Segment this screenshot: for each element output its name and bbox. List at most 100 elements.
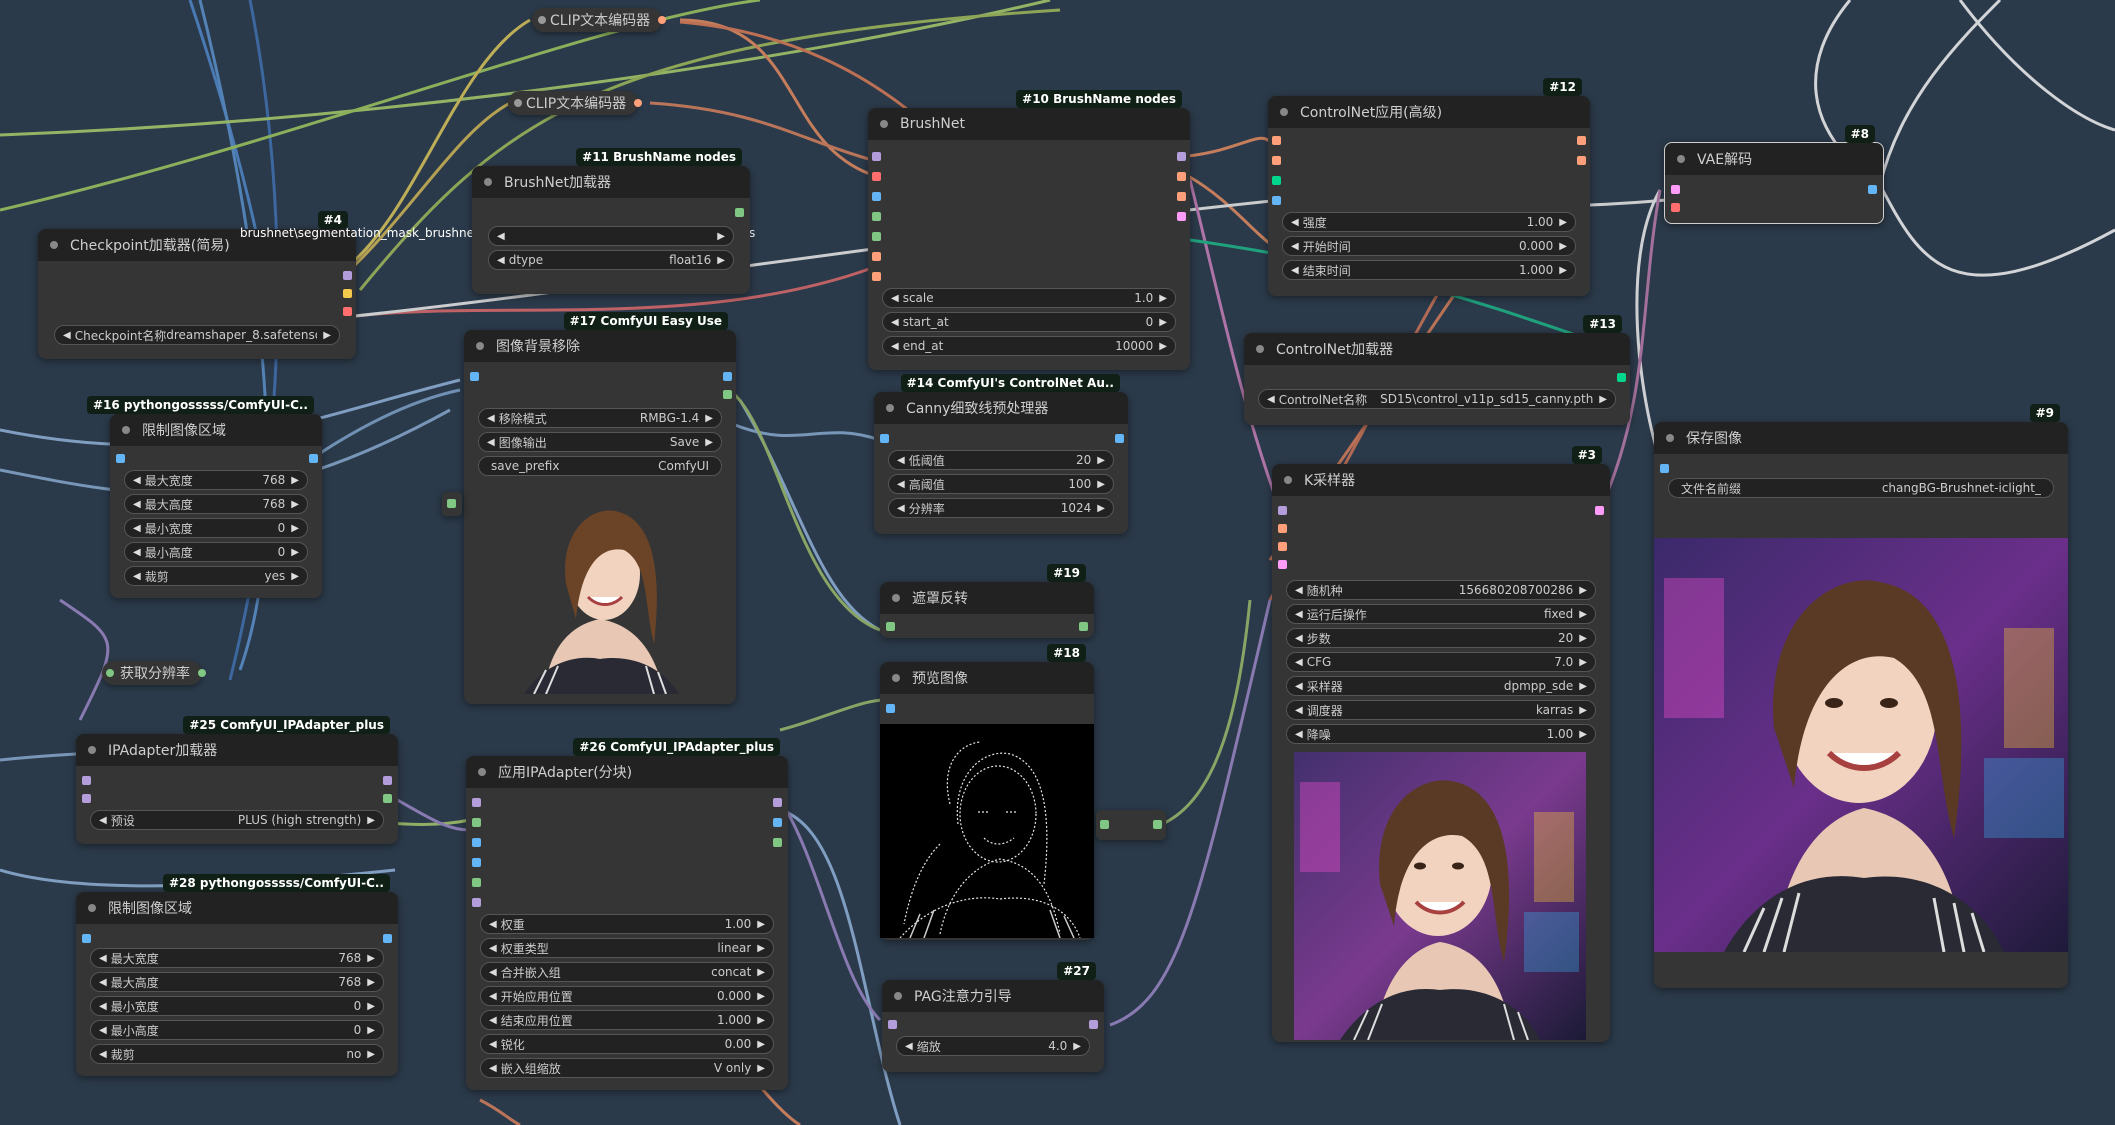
decrement-arrow[interactable]: ◀ — [133, 571, 141, 582]
control-after-generate-widget[interactable]: ◀ 运行后操作 fixed ▶ — [1286, 604, 1596, 624]
node-header[interactable]: 遮罩反转 — [880, 582, 1094, 614]
node-header[interactable]: BrushNet加载器 — [472, 166, 750, 198]
increment-arrow[interactable]: ▶ — [291, 499, 299, 510]
model-input-port[interactable] — [472, 798, 481, 807]
node-header[interactable]: IPAdapter加载器 — [76, 734, 398, 766]
decrement-arrow[interactable]: ◀ — [1295, 609, 1303, 620]
collapse-dot[interactable] — [88, 746, 96, 754]
node-header[interactable]: PAG注意力引导 — [882, 980, 1104, 1012]
images-input-port[interactable] — [1660, 464, 1669, 473]
preview-image-node[interactable]: #18 预览图像 — [880, 644, 1094, 940]
decrement-arrow[interactable]: ◀ — [133, 499, 141, 510]
image-input-port[interactable] — [880, 434, 889, 443]
scale-widget[interactable]: ◀ scale 1.0 ▶ — [882, 288, 1176, 308]
model-output-port[interactable] — [383, 776, 392, 785]
decrement-arrow[interactable]: ◀ — [1295, 681, 1303, 692]
input-dot[interactable] — [538, 16, 546, 24]
increment-arrow[interactable]: ▶ — [717, 255, 725, 266]
min-height-widget[interactable]: ◀ 最小高度 0 ▶ — [124, 542, 308, 562]
ksampler-node[interactable]: #3 K采样器 ◀ 随机种 156680208700286 ▶ ◀ 运行后操作 … — [1272, 446, 1610, 1042]
min-width-widget[interactable]: ◀ 最小宽度 0 ▶ — [90, 996, 384, 1016]
controlnet-apply-node[interactable]: #12 ControlNet应用(高级) ◀ 强度 1.00 ▶ ◀ 开始时间 … — [1268, 78, 1590, 296]
image-input-port[interactable] — [872, 192, 881, 201]
clip-vision-input-port[interactable] — [472, 898, 481, 907]
image-output-port[interactable] — [723, 372, 732, 381]
decrement-arrow[interactable]: ◀ — [497, 231, 505, 242]
decrement-arrow[interactable]: ◀ — [489, 967, 497, 978]
decrement-arrow[interactable]: ◀ — [489, 1039, 497, 1050]
decrement-arrow[interactable]: ◀ — [489, 919, 497, 930]
increment-arrow[interactable]: ▶ — [323, 330, 331, 341]
end-percent-widget[interactable]: ◀ 结束时间 1.000 ▶ — [1282, 260, 1576, 280]
mask-output-port[interactable] — [1079, 622, 1088, 631]
collapse-dot[interactable] — [1677, 155, 1685, 163]
decrement-arrow[interactable]: ◀ — [99, 977, 107, 988]
attn-mask-input-port[interactable] — [472, 878, 481, 887]
decrement-arrow[interactable]: ◀ — [99, 953, 107, 964]
canny-preprocessor-node[interactable]: #14 ComfyUI's ControlNet Au.. Canny细致线预处… — [874, 374, 1128, 534]
preset-widget[interactable]: ◀ 预设 PLUS (high strength) ▶ — [90, 810, 384, 830]
decrement-arrow[interactable]: ◀ — [99, 1025, 107, 1036]
brushnet-input-port[interactable] — [872, 232, 881, 241]
increment-arrow[interactable]: ▶ — [705, 437, 713, 448]
controlnet-input-port[interactable] — [1272, 176, 1281, 185]
collapse-dot[interactable] — [478, 768, 486, 776]
image-input-port[interactable] — [1272, 196, 1281, 205]
collapse-dot[interactable] — [484, 178, 492, 186]
negative-output-port[interactable] — [1177, 192, 1186, 201]
decrement-arrow[interactable]: ◀ — [133, 475, 141, 486]
embeds-scaling-widget[interactable]: ◀ 嵌入组缩放 V only ▶ — [480, 1058, 774, 1078]
mask-input-port[interactable] — [1100, 820, 1109, 829]
samples-input-port[interactable] — [1671, 185, 1680, 194]
model-output-port[interactable] — [1177, 152, 1186, 161]
collapse-dot[interactable] — [1666, 434, 1674, 442]
image-output-port[interactable] — [309, 454, 318, 463]
high-threshold-widget[interactable]: ◀ 高阈值 100 ▶ — [888, 474, 1114, 494]
latent-output-port[interactable] — [1177, 212, 1186, 221]
decrement-arrow[interactable]: ◀ — [487, 437, 495, 448]
model-output-port[interactable] — [343, 271, 352, 280]
decrement-arrow[interactable]: ◀ — [1291, 265, 1299, 276]
dtype-widget[interactable]: ◀ dtype float16 ▶ — [488, 250, 734, 270]
output-dot[interactable] — [198, 669, 206, 677]
decrement-arrow[interactable]: ◀ — [99, 1001, 107, 1012]
small-reroute-node[interactable] — [442, 492, 462, 516]
positive-output-port[interactable] — [1577, 136, 1586, 145]
collapse-dot[interactable] — [892, 674, 900, 682]
clip-output-port[interactable] — [343, 289, 352, 298]
positive-input-port[interactable] — [1278, 524, 1287, 533]
clip-encoder-reroute-2[interactable]: CLIP文本编码器 — [508, 91, 643, 115]
increment-arrow[interactable]: ▶ — [1159, 341, 1167, 352]
decrement-arrow[interactable]: ◀ — [133, 547, 141, 558]
strength-widget[interactable]: ◀ 强度 1.00 ▶ — [1282, 212, 1576, 232]
node-header[interactable]: ControlNet加载器 — [1244, 333, 1630, 365]
decrement-arrow[interactable]: ◀ — [489, 991, 497, 1002]
get-resolution-reroute[interactable]: 获取分辨率 — [102, 661, 206, 685]
increment-arrow[interactable]: ▶ — [1559, 265, 1567, 276]
filename-prefix-widget[interactable]: 文件名前缀 changBG-Brushnet-iclight_ — [1668, 478, 2054, 498]
decrement-arrow[interactable]: ◀ — [1295, 657, 1303, 668]
decrement-arrow[interactable]: ◀ — [487, 413, 495, 424]
node-header[interactable]: Canny细致线预处理器 — [874, 392, 1128, 424]
input-dot[interactable] — [514, 99, 522, 107]
decrement-arrow[interactable]: ◀ — [1267, 394, 1275, 405]
decrement-arrow[interactable]: ◀ — [891, 317, 899, 328]
checkpoint-name-widget[interactable]: ◀ Checkpoint名称 dreamshaper_8.safetensors… — [54, 325, 340, 345]
limit-image-area-node-16[interactable]: #16 pythongosssss/ComfyUI-C.. 限制图像区域 ◀ 最… — [86, 396, 322, 598]
model-input-port[interactable] — [872, 152, 881, 161]
decrement-arrow[interactable]: ◀ — [497, 255, 505, 266]
increment-arrow[interactable]: ▶ — [1599, 394, 1607, 405]
crop-widget[interactable]: ◀ 裁剪 no ▶ — [90, 1044, 384, 1064]
clip-encoder-reroute-1[interactable]: CLIP文本编码器 — [532, 8, 667, 32]
cfg-widget[interactable]: ◀ CFG 7.0 ▶ — [1286, 652, 1596, 672]
checkpoint-loader-node[interactable]: #4 Checkpoint加载器(简易) ◀ Checkpoint名称 drea… — [38, 211, 356, 359]
crop-widget[interactable]: ◀ 裁剪 yes ▶ — [124, 566, 308, 586]
collapse-dot[interactable] — [88, 904, 96, 912]
increment-arrow[interactable]: ▶ — [1097, 455, 1105, 466]
brushnet-output-port[interactable] — [735, 208, 744, 217]
seed-widget[interactable]: ◀ 随机种 156680208700286 ▶ — [1286, 580, 1596, 600]
node-header[interactable]: ControlNet应用(高级) — [1268, 96, 1590, 128]
images-input-port[interactable] — [886, 704, 895, 713]
increment-arrow[interactable]: ▶ — [1579, 705, 1587, 716]
max-width-widget[interactable]: ◀ 最大宽度 768 ▶ — [124, 470, 308, 490]
